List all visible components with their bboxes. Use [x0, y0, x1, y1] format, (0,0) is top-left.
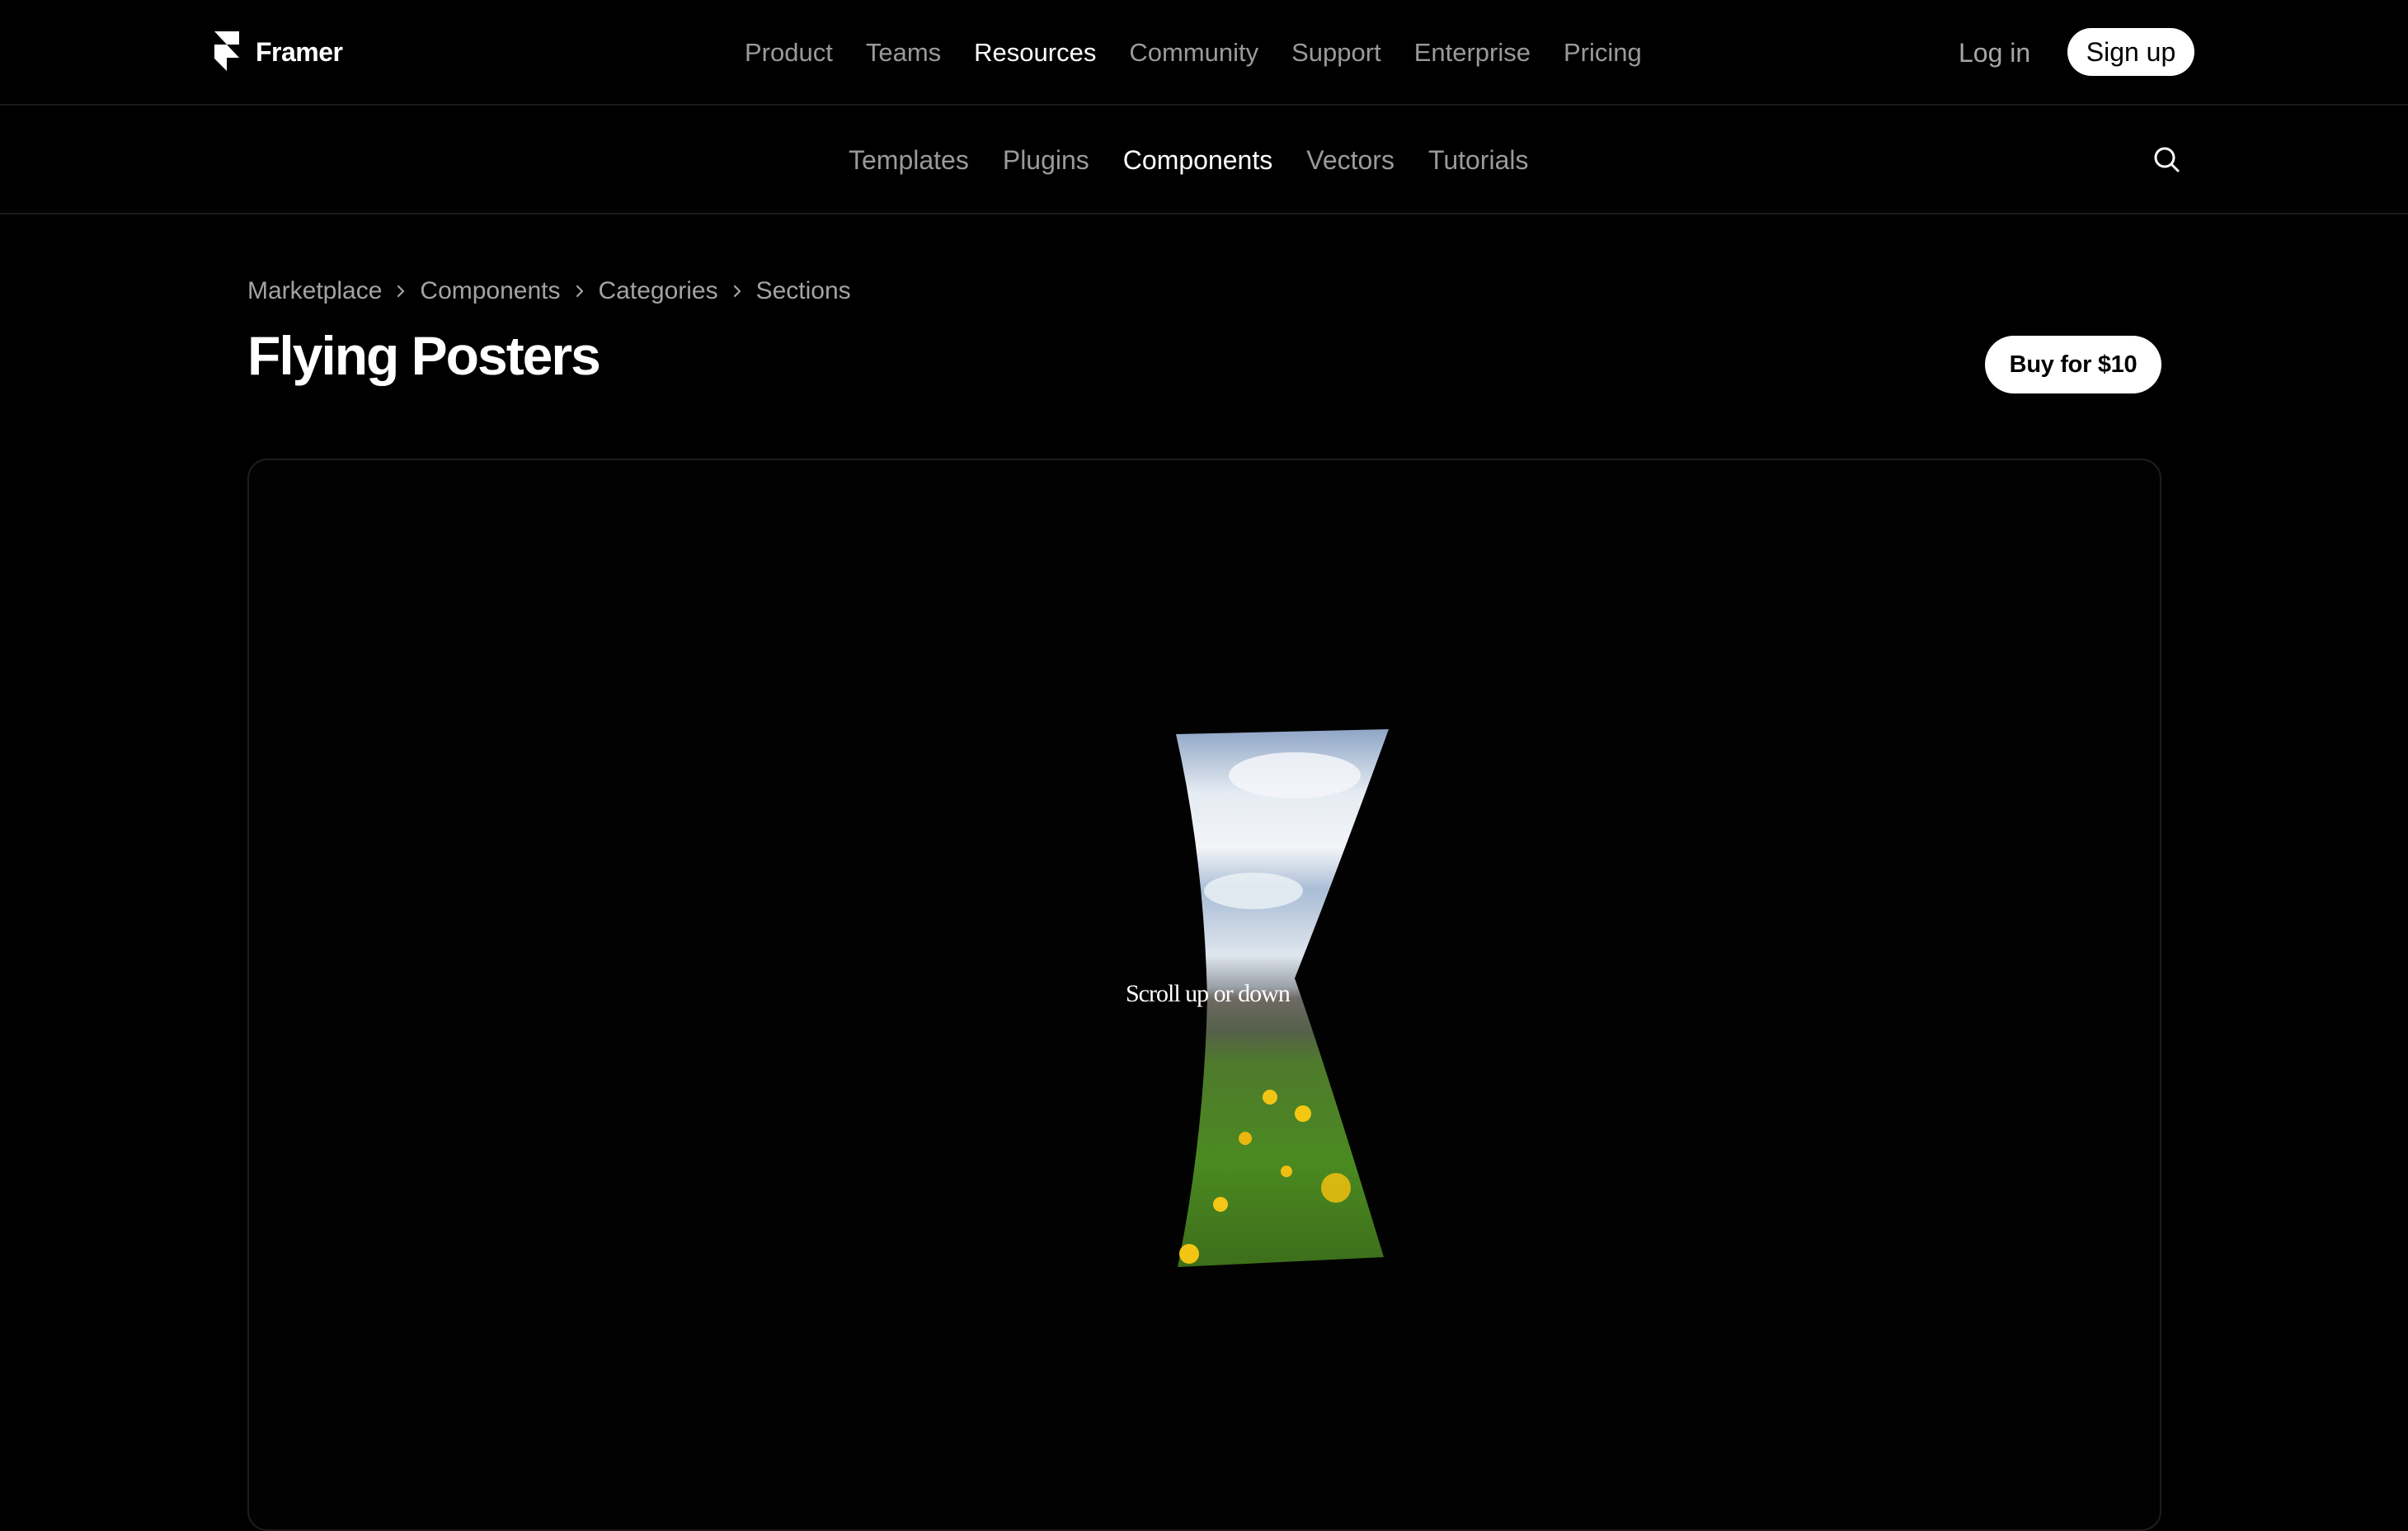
chevron-right-icon	[397, 285, 405, 298]
nav-link-product[interactable]: Product	[745, 38, 833, 68]
marketplace-links: Templates Plugins Components Vectors Tut…	[849, 139, 1562, 181]
breadcrumb: Marketplace Components Categories Sectio…	[247, 277, 851, 305]
tab-tutorials[interactable]: Tutorials	[1428, 145, 1529, 176]
chevron-right-icon	[733, 285, 741, 298]
login-link[interactable]: Log in	[1959, 31, 2030, 74]
chevron-right-icon	[576, 285, 583, 298]
tab-plugins[interactable]: Plugins	[1003, 145, 1089, 176]
framer-logo-icon	[214, 31, 239, 71]
signup-button[interactable]: Sign up	[2067, 28, 2194, 76]
primary-nav: Product Teams Resources Community Suppor…	[745, 31, 1675, 74]
nav-link-community[interactable]: Community	[1129, 38, 1258, 68]
search-button[interactable]	[2151, 144, 2184, 177]
top-nav: Framer Product Teams Resources Community…	[0, 0, 2408, 106]
nav-link-pricing[interactable]: Pricing	[1564, 38, 1642, 68]
nav-link-teams[interactable]: Teams	[866, 38, 941, 68]
search-icon	[2154, 147, 2180, 172]
marketplace-nav: Templates Plugins Components Vectors Tut…	[0, 106, 2408, 214]
brand-name: Framer	[256, 36, 343, 67]
buy-button[interactable]: Buy for $10	[1985, 336, 2161, 393]
nav-link-support[interactable]: Support	[1291, 38, 1381, 68]
nav-link-enterprise[interactable]: Enterprise	[1414, 38, 1531, 68]
framer-logo[interactable]: Framer	[213, 31, 343, 73]
component-preview[interactable]	[247, 459, 2161, 1531]
tab-vectors[interactable]: Vectors	[1306, 145, 1394, 176]
tab-components[interactable]: Components	[1123, 145, 1272, 176]
tab-templates[interactable]: Templates	[849, 145, 969, 176]
breadcrumb-components[interactable]: Components	[420, 277, 560, 305]
page-title: Flying Posters	[247, 325, 601, 386]
breadcrumb-marketplace[interactable]: Marketplace	[247, 277, 382, 305]
breadcrumb-categories[interactable]: Categories	[599, 277, 718, 305]
nav-link-resources[interactable]: Resources	[974, 38, 1096, 68]
breadcrumb-sections[interactable]: Sections	[756, 277, 851, 305]
